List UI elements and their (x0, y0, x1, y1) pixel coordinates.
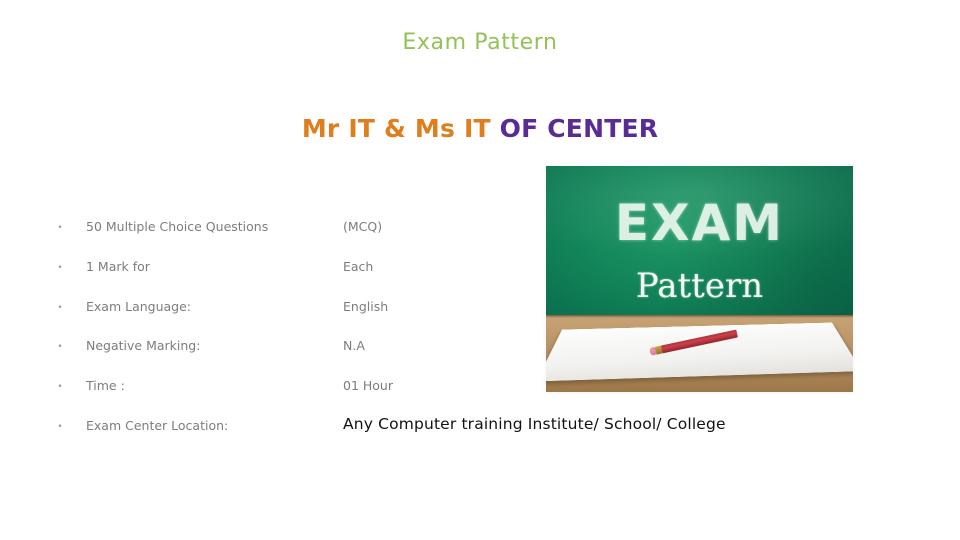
list-item-value: English (343, 298, 389, 314)
chalk-text-exam: EXAM (614, 193, 785, 252)
list-item-value: N.A (343, 338, 365, 354)
list-item-value: Any Computer training Institute/ School/… (343, 414, 726, 433)
page-title: Exam Pattern (402, 30, 558, 55)
bullet-icon: • (57, 342, 63, 353)
list-item-label: 1 Mark for (86, 258, 150, 274)
list-item-label: 50 Multiple Choice Questions (86, 219, 269, 234)
list-item-value: Each (343, 258, 374, 274)
subtitle-center-text: OF CENTER (490, 114, 659, 143)
bullet-icon: • (57, 421, 63, 432)
chalk-text-pattern: Pattern (635, 265, 764, 306)
slide-canvas: Exam Pattern Mr IT & Ms IT OF CENTER • 5… (0, 0, 960, 540)
list-item-label: Exam Language: (86, 298, 192, 314)
exam-pattern-photo: EXAM Pattern (546, 166, 853, 392)
bullet-icon: • (57, 302, 63, 313)
list-item-label: Negative Marking: (86, 338, 201, 354)
list-item-value: 01 Hour (343, 378, 393, 394)
subtitle-brand-text: Mr IT & Ms IT (301, 114, 491, 143)
photo-inner: EXAM Pattern (546, 166, 853, 392)
bullet-icon: • (57, 382, 63, 393)
list-item-label: Time : (86, 378, 125, 394)
list-item-value: (MCQ) (343, 219, 383, 234)
bullet-icon: • (57, 262, 63, 273)
bullet-icon: • (57, 223, 63, 233)
list-item-label: Exam Center Location: (86, 417, 229, 433)
slide-subtitle: Mr IT & Ms IT OF CENTER (0, 114, 960, 143)
list-item: • Exam Center Location: Any Computer tra… (52, 415, 852, 455)
